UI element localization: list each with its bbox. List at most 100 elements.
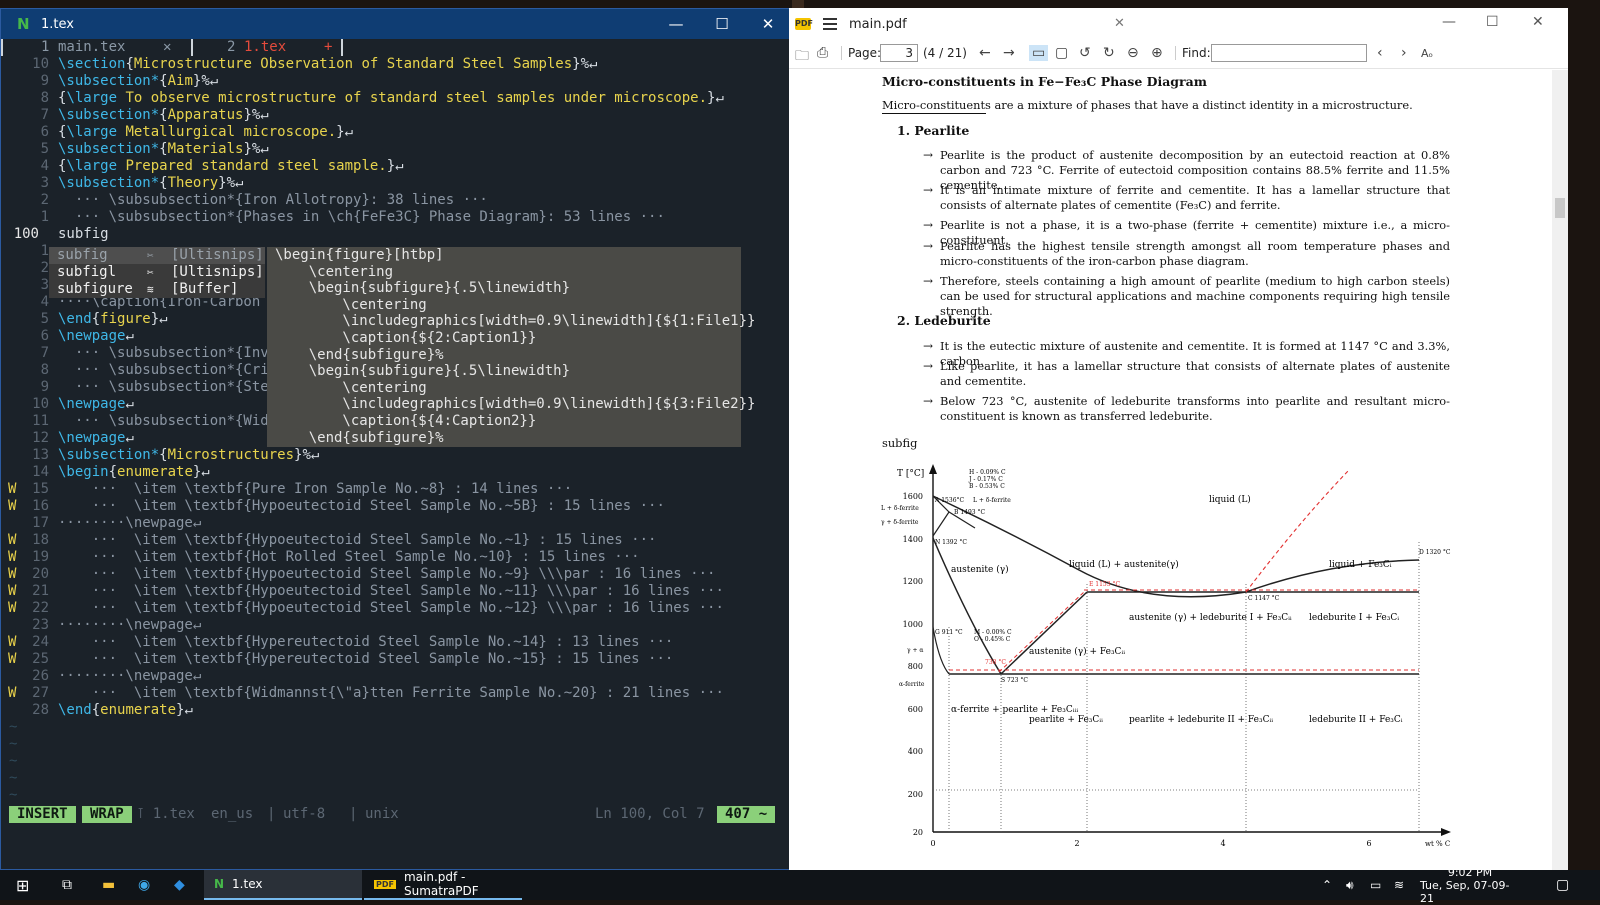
editor-line[interactable]: 26 ········\newpage↵ [1,668,791,685]
editor-line[interactable]: 6 {\large Metallurgical microscope.}↵ [1,124,791,141]
editor-line[interactable]: 100 subfig [1,226,791,243]
page-input[interactable]: 3 [880,44,918,62]
editor-line[interactable]: 4 {\large Prepared standard steel sample.… [1,158,791,175]
line-number: 27 [32,685,49,701]
file-encoding: utf-8 [283,806,326,822]
rotate-left-icon[interactable]: ↺ [1079,45,1091,61]
editor-line[interactable]: 10 \section{Microstructure Observation of… [1,56,791,73]
editor-line[interactable]: W 20 ··· \item \textbf{Hypoeutectoid Stee… [1,566,791,583]
zoom-out-icon[interactable]: ⊖ [1127,45,1139,61]
minimize-button[interactable]: — [1442,14,1456,30]
line-text: \subsection*{Materials}%↵ [58,141,269,157]
vertical-scrollbar[interactable] [1552,70,1568,870]
editor-line[interactable]: W 21 ··· \item \textbf{Hypoeutectoid Stee… [1,583,791,600]
minimize-button[interactable]: — [653,9,699,39]
editor-line[interactable]: W 16 ··· \item \textbf{Hypoeutectoid Stee… [1,498,791,515]
start-windows-icon[interactable]: ⊞ [16,870,29,900]
preview-line: \includegraphics[width=0.9\linewidth]{${… [275,396,756,413]
region-label: austenite (γ) + ledeburite I + Fe₃Cᵢᵢ [1129,612,1292,623]
nvim-titlebar[interactable]: N 1.tex — ☐ ✕ [1,9,791,39]
editor-line[interactable]: 2 ··· \subsubsection*{Iron Allotropy}: 3… [1,192,791,209]
editor-line[interactable]: 14 \begin{enumerate}↵ [1,464,791,481]
tab-close-icon[interactable]: ✕ [163,39,171,55]
file-format: unix [365,806,399,822]
find-input[interactable] [1211,44,1367,62]
single-page-icon[interactable]: ▢ [1055,45,1068,61]
wifi-icon[interactable]: ≋ [1394,870,1404,900]
open-folder-icon[interactable]: 🗀 [795,45,809,69]
battery-icon[interactable]: ▭ [1370,870,1381,900]
rotate-right-icon[interactable]: ↻ [1103,45,1115,61]
editor-line[interactable]: 7 \subsection*{Apparatus}%↵ [1,107,791,124]
editor-line[interactable]: 13 \subsection*{Microstructures}%↵ [1,447,791,464]
sumatra-titlebar[interactable]: PDF main.pdf ✕ — ☐ ✕ [789,8,1568,40]
menu-icon[interactable] [823,18,837,30]
document-tab[interactable]: main.pdf [849,17,907,32]
print-icon[interactable]: ⎙ [817,45,828,61]
completion-menu[interactable]: subfig ✂ [Ultisnips] subfigl ✂ [Ultisnips] sub… [49,247,265,298]
scrollbar-thumb[interactable] [1555,198,1565,218]
ledeburite-bullet: Below 723 °C, austenite of ledeburite tr… [940,394,1450,423]
editor-line[interactable]: W 15 ··· \item \textbf{Pure Iron Sample N… [1,481,791,498]
close-button[interactable]: ✕ [745,9,791,39]
task-view-icon[interactable]: ⧉ [62,870,72,900]
editor-line[interactable]: 17 ········\newpage↵ [1,515,791,532]
region-label: α-ferrite + pearlite + Fe₃Cᵢᵢᵢ [951,705,1078,715]
bullet-arrow-icon: → [923,148,934,162]
tab-main-tex[interactable]: 1 main.tex ✕ [1,39,183,56]
taskbar-item-nvim[interactable]: N 1.tex [204,870,362,900]
region-label: ledeburite I + Fe₃Cᵢ [1309,613,1399,623]
sumatra-window[interactable]: PDF main.pdf ✕ — ☐ ✕ 🗀 ⎙ Page: 3 (4 / 21… [789,8,1568,870]
completion-popup[interactable]: subfig ✂ [Ultisnips] subfigl ✂ [Ultisnips] sub… [49,247,756,447]
editor-line[interactable]: 23 ········\newpage↵ [1,617,791,634]
nvim-window[interactable]: N 1.tex — ☐ ✕ 1 main.tex ✕ 2 1.tex + 10 \… [0,8,792,870]
chevron-up-icon[interactable]: ⌃ [1322,870,1332,900]
editor-line[interactable]: 1 ··· \subsubsection*{Phases in \ch{FeFe… [1,209,791,226]
vscode-icon[interactable]: ◆ [174,870,185,900]
editor-line[interactable]: W 18 ··· \item \textbf{Hypoeutectoid Stee… [1,532,791,549]
editor-line[interactable]: 5 \subsection*{Materials}%↵ [1,141,791,158]
file-explorer-icon[interactable]: ▬ [102,870,115,900]
line-text: ··· \item \textbf{Hypoeutectoid Steel Sa… [58,498,665,514]
editor-line[interactable]: W 27 ··· \item \textbf{Widmannst{\"a}tten… [1,685,791,702]
volume-icon[interactable]: 🔊︎ [1346,870,1354,900]
editor-line[interactable]: 8 {\large To observe microstructure of st… [1,90,791,107]
maximize-button[interactable]: ☐ [699,9,745,39]
editor-line[interactable]: W 22 ··· \item \textbf{Hypoeutectoid Stee… [1,600,791,617]
find-next-icon[interactable]: › [1401,45,1407,61]
maximize-button[interactable]: ☐ [1486,14,1499,30]
editor-line[interactable]: W 19 ··· \item \textbf{Hot Rolled Steel S… [1,549,791,566]
editor-line[interactable]: 28 \end{enumerate}↵ [1,702,791,719]
line-text: \subsection*{Apparatus}%↵ [58,107,269,123]
y-tick: 200 [908,790,923,799]
tab-close-icon[interactable]: ✕ [1114,16,1125,31]
forward-arrow-icon[interactable]: → [1003,45,1015,61]
tab-1-tex[interactable]: 2 1.tex + [191,39,343,56]
back-arrow-icon[interactable]: ← [979,45,991,61]
completion-item[interactable]: subfig ✂ [Ultisnips] [49,247,265,264]
editor-line[interactable]: 9 \subsection*{Aim}%↵ [1,73,791,90]
x-tick: 4 [1220,839,1225,848]
region-label: γ + α [907,647,923,654]
taskbar-item-sumatra[interactable]: PDF main.pdf - SumatraPDF [364,870,522,900]
line-number: 23 [32,617,49,633]
empty-line-tilde: ~ [9,736,18,752]
completion-item[interactable]: subfigl ✂ [Ultisnips] [49,264,265,281]
zoom-in-icon[interactable]: ⊕ [1151,45,1163,61]
pdf-page[interactable]: Micro-constituents in Fe−Fe₃C Phase Diag… [789,70,1552,870]
continuous-view-icon[interactable]: ▭ [1029,45,1049,61]
editor-line[interactable]: W 25 ··· \item \textbf{Hypereutectoid Ste… [1,651,791,668]
clock[interactable]: 9:02 PM Tue, Sep, 07-09-21 [1420,866,1520,905]
editor-line[interactable]: 3 \subsection*{Theory}%↵ [1,175,791,192]
completion-item[interactable]: subfigure ≋ [Buffer] [49,281,265,298]
tab-label: 1.tex [244,39,287,55]
line-number: 6 [40,328,49,344]
close-button[interactable]: ✕ [1532,14,1544,30]
notification-icon[interactable]: ▢ [1556,870,1569,900]
find-prev-icon[interactable]: ‹ [1377,45,1383,61]
pearlite-heading: 1. Pearlite [897,123,970,138]
bullet-arrow-icon: → [923,339,934,353]
edge-browser-icon[interactable]: ◉ [138,870,150,900]
match-case-icon[interactable]: Aₒ [1421,47,1433,60]
editor-line[interactable]: W 24 ··· \item \textbf{Hypereutectoid Ste… [1,634,791,651]
